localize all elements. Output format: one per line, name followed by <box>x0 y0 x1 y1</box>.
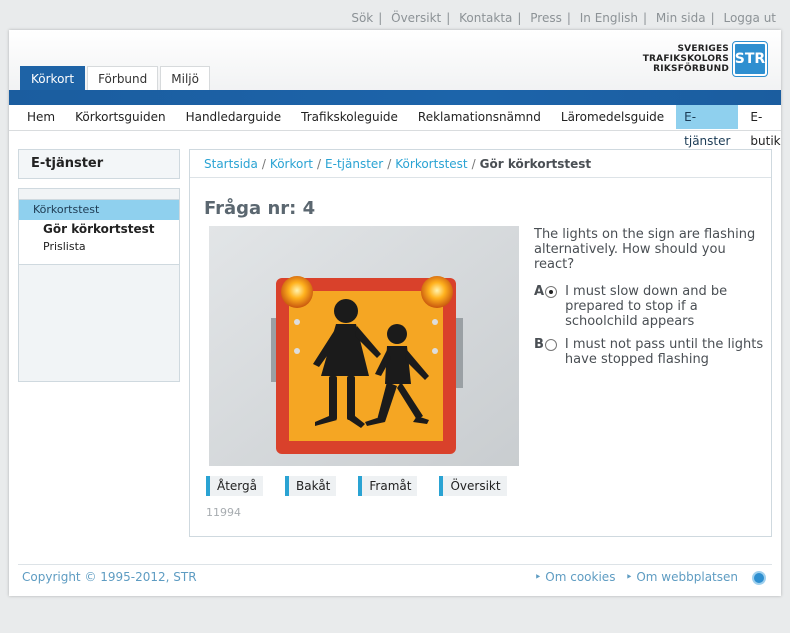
utility-links: Sök | Översikt | Kontakta | Press | In Engli… <box>351 11 776 25</box>
overview-button[interactable]: Översikt <box>439 476 507 496</box>
answer-option-b[interactable]: B I must not pass until the lights have … <box>534 337 766 367</box>
nav-laromedelsguide[interactable]: Läromedelsguide <box>553 105 672 129</box>
option-letter-b: B <box>534 337 544 352</box>
crumb-startsida[interactable]: Startsida <box>204 157 258 171</box>
question-code: 11994 <box>206 506 241 519</box>
option-text-a: I must slow down and be prepared to stop… <box>565 284 728 329</box>
option-letter-a: A <box>534 284 545 299</box>
tab-korkort[interactable]: Körkort <box>20 66 86 90</box>
link-min-sida[interactable]: Min sida <box>656 11 706 25</box>
tab-forbund[interactable]: Förbund <box>87 66 159 90</box>
logo-mark: STR <box>732 41 768 77</box>
footer-links: Om cookies Om webbplatsen <box>534 570 738 584</box>
nav-handledarguide[interactable]: Handledarguide <box>178 105 290 129</box>
logo-line-1: SVERIGES <box>677 44 729 54</box>
question-title: Fråga nr: 4 <box>204 198 316 219</box>
question-image <box>209 226 519 466</box>
logo-line-2: TRAFIKSKOLORS <box>642 54 729 64</box>
copyright: Copyright © 1995-2012, STR <box>22 570 197 584</box>
sidebar-item-gor-korkortstest[interactable]: Gör körkortstest <box>19 220 179 238</box>
sidebar-item-korkortstest[interactable]: Körkortstest <box>19 200 179 220</box>
nav-trafikskoleguide[interactable]: Trafikskoleguide <box>293 105 406 129</box>
footer-logo-icon[interactable] <box>752 571 766 585</box>
link-logga-ut[interactable]: Logga ut <box>723 11 776 25</box>
crumb-korkort[interactable]: Körkort <box>270 157 313 171</box>
link-press[interactable]: Press <box>530 11 562 25</box>
nav-hem[interactable]: Hem <box>19 105 63 129</box>
school-sign-image <box>209 226 519 466</box>
link-om-webbplatsen[interactable]: Om webbplatsen <box>625 570 738 584</box>
logo-line-3: RIKSFÖRBUND <box>653 64 729 74</box>
section-tabs: Körkort Förbund Miljö <box>20 66 210 90</box>
link-kontakta[interactable]: Kontakta <box>459 11 512 25</box>
radio-option-b[interactable] <box>544 339 557 351</box>
previous-button[interactable]: Bakåt <box>285 476 337 496</box>
main-content: Startsida / Körkort / E-tjänster / Körkortstes… <box>189 149 772 537</box>
back-to-start-button[interactable]: Återgå <box>206 476 263 496</box>
sidebar-title: E-tjänster <box>18 149 180 179</box>
header-band <box>9 90 781 105</box>
sidebar: Körkortstest Gör körkortstest Prislista <box>18 188 180 382</box>
nav-reklamationsnamnd[interactable]: Reklamationsnämnd <box>410 105 549 129</box>
nav-buttons: Återgå Bakåt Framåt Översikt <box>206 476 507 496</box>
str-logo[interactable]: SVERIGES TRAFIKSKOLORS RIKSFÖRBUND STR <box>643 41 768 77</box>
answer-option-a[interactable]: A I must slow down and be prepared to st… <box>534 284 766 329</box>
tab-miljo[interactable]: Miljö <box>160 66 210 90</box>
logo-text: SVERIGES TRAFIKSKOLORS RIKSFÖRBUND <box>643 44 729 74</box>
breadcrumb: Startsida / Körkort / E-tjänster / Körkortstes… <box>190 150 771 178</box>
option-text-b: I must not pass until the lights have st… <box>564 337 764 367</box>
sidebar-list: Körkortstest Gör körkortstest Prislista <box>19 199 179 265</box>
link-oversikt[interactable]: Översikt <box>391 11 441 25</box>
radio-option-a[interactable] <box>545 286 558 298</box>
footer: Copyright © 1995-2012, STR Om cookies Om… <box>18 564 772 586</box>
page-frame: Körkort Förbund Miljö SVERIGES TRAFIKSKO… <box>9 30 781 596</box>
nav-korkortsguiden[interactable]: Körkortsguiden <box>67 105 173 129</box>
next-button[interactable]: Framåt <box>358 476 418 496</box>
link-in-english[interactable]: In English <box>580 11 638 25</box>
nav-e-tjanster[interactable]: E-tjänster <box>676 105 739 148</box>
question-text: The lights on the sign are flashing alte… <box>534 227 756 272</box>
link-om-cookies[interactable]: Om cookies <box>534 570 615 584</box>
main-nav: Hem Körkortsguiden Handledarguide Trafik… <box>9 105 781 148</box>
header: Körkort Förbund Miljö SVERIGES TRAFIKSKO… <box>9 30 781 92</box>
link-sok[interactable]: Sök <box>351 11 373 25</box>
crumb-current: Gör körkortstest <box>479 157 592 171</box>
nav-e-butik[interactable]: E-butik <box>742 105 788 148</box>
sidebar-item-prislista[interactable]: Prislista <box>19 238 179 256</box>
crumb-korkortstest[interactable]: Körkortstest <box>395 157 467 171</box>
crumb-e-tjanster[interactable]: E-tjänster <box>325 157 383 171</box>
